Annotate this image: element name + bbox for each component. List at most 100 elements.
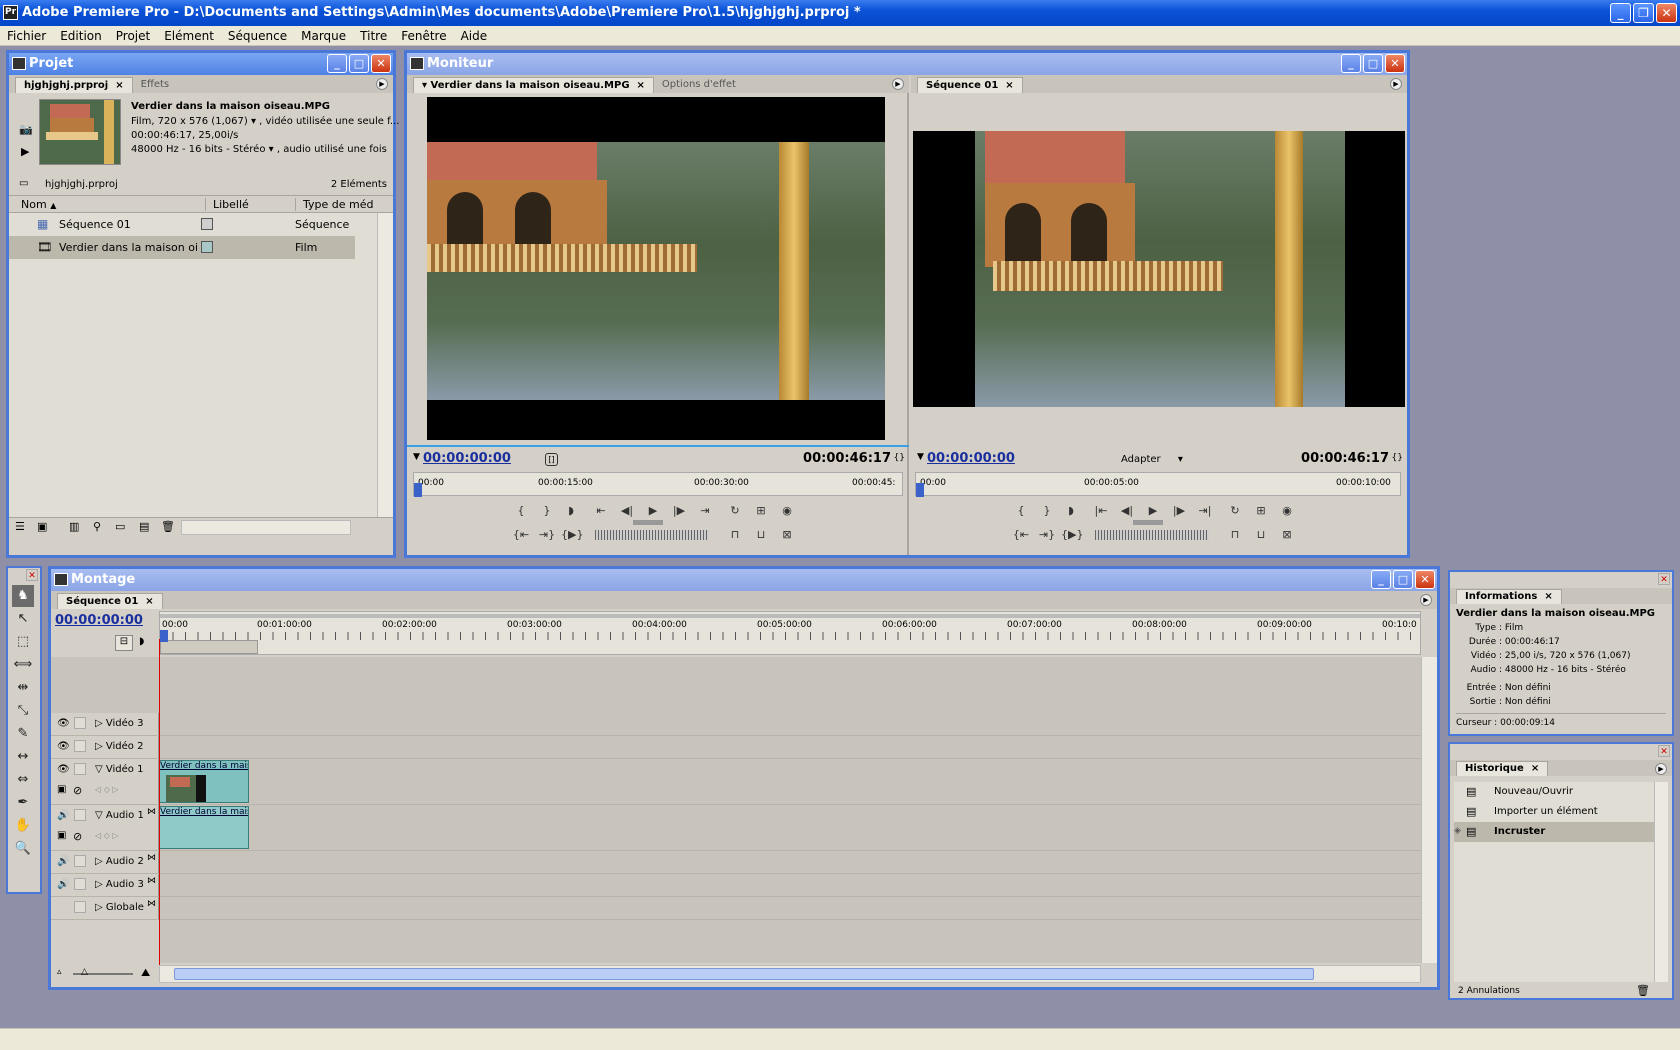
go-to-next-edit-button[interactable]: ⇥| xyxy=(1195,502,1215,520)
source-current-timecode[interactable]: 00:00:00:00 xyxy=(423,451,511,466)
loop-button[interactable]: ↻ xyxy=(1225,502,1245,520)
set-marker-button[interactable]: ◗ xyxy=(1061,502,1081,520)
speaker-icon[interactable]: 🔊 xyxy=(57,879,69,890)
expand-arrow-icon[interactable]: ▷ xyxy=(95,856,106,867)
close-button[interactable]: ✕ xyxy=(1656,3,1677,23)
menu-edition[interactable]: Edition xyxy=(53,29,109,43)
lock-toggle[interactable] xyxy=(74,901,86,913)
project-horizontal-scrollbar[interactable] xyxy=(181,520,351,535)
eye-icon[interactable]: 👁 xyxy=(57,718,70,729)
play-thumb-icon[interactable]: ▶ xyxy=(21,145,29,158)
empty-track-area[interactable] xyxy=(159,920,1421,963)
zoom-thumb-icon[interactable]: △ xyxy=(81,967,88,977)
hand-tool-icon[interactable]: ✋ xyxy=(12,815,34,837)
insert-button[interactable]: ⊓ xyxy=(725,526,745,544)
track-area[interactable] xyxy=(159,713,1421,735)
trash-icon[interactable]: 🗑 xyxy=(1636,984,1650,997)
display-style-icon[interactable]: ▣ xyxy=(57,830,66,841)
edit-mode-icon[interactable]: ♞ xyxy=(12,585,34,607)
track-area[interactable] xyxy=(159,736,1421,758)
source-video-frame[interactable] xyxy=(427,97,885,440)
step-back-button[interactable]: ◀| xyxy=(1117,502,1137,520)
jog-wheel[interactable] xyxy=(1095,530,1209,540)
go-next-marker-button[interactable]: ⇥} xyxy=(537,526,557,544)
info-close-icon[interactable]: ✕ xyxy=(1658,573,1670,585)
loop-button[interactable]: ↻ xyxy=(725,502,745,520)
keyframe-nav-icon[interactable]: ◁ ◇ ▷ xyxy=(95,831,119,840)
work-area-range[interactable] xyxy=(160,640,258,654)
column-type[interactable]: Type de méd xyxy=(295,198,373,211)
expand-arrow-icon[interactable]: ▷ xyxy=(95,879,106,890)
minimize-button[interactable]: _ xyxy=(1610,3,1631,23)
scrollbar-thumb[interactable] xyxy=(174,968,1314,980)
tab-source-clip[interactable]: ▾ Verdier dans la maison oiseau.MPG × xyxy=(413,77,654,93)
safe-margins-icon[interactable]: [] xyxy=(545,453,558,466)
zoom-fit-select[interactable]: Adapter ▾ xyxy=(1121,454,1183,465)
slip-tool-icon[interactable]: ↔ xyxy=(12,746,34,768)
output-button[interactable]: ◉ xyxy=(1277,502,1297,520)
play-button[interactable]: ▶ xyxy=(1143,502,1163,520)
tab-effets[interactable]: Effets xyxy=(133,77,178,93)
ripple-edit-tool-icon[interactable]: ⟺ xyxy=(12,654,34,676)
dropdown-arrow-icon[interactable]: ▾ xyxy=(251,116,256,127)
work-area-bar[interactable] xyxy=(160,614,1420,618)
play-in-out-button[interactable]: {▶} xyxy=(561,526,583,544)
safe-margins-button[interactable]: ⊞ xyxy=(1251,502,1271,520)
dropdown-arrow-icon[interactable]: ▾ xyxy=(269,144,274,155)
tab-sequence[interactable]: Séquence 01 × xyxy=(917,77,1023,93)
zoom-slider[interactable]: ▵ △ ⛰ xyxy=(51,965,159,983)
speaker-icon[interactable]: 🔊 xyxy=(57,856,69,867)
timeline-current-timecode[interactable]: 00:00:00:00 xyxy=(55,613,143,628)
camera-icon[interactable]: 📷 xyxy=(19,123,33,136)
safe-margins-button[interactable]: ⊞ xyxy=(751,502,771,520)
timeline-horizontal-scrollbar[interactable] xyxy=(159,965,1421,983)
menu-marque[interactable]: Marque xyxy=(294,29,353,43)
go-next-marker-button[interactable]: ⇥} xyxy=(1037,526,1057,544)
shuttle-slider[interactable] xyxy=(1133,520,1163,525)
expand-arrow-icon[interactable]: ▷ xyxy=(95,718,106,729)
keyframe-toggle-icon[interactable]: ⊘ xyxy=(73,830,82,843)
monitor-minimize-button[interactable]: _ xyxy=(1341,54,1361,73)
slide-tool-icon[interactable]: ⇔ xyxy=(12,769,34,791)
new-bin-icon[interactable]: ▭ xyxy=(115,520,125,533)
tab-project-file[interactable]: hjghjghj.prproj × xyxy=(15,77,133,93)
menu-element[interactable]: Elément xyxy=(157,29,221,43)
step-forward-button[interactable]: |▶ xyxy=(669,502,689,520)
lock-toggle[interactable] xyxy=(74,855,86,867)
history-close-icon[interactable]: ✕ xyxy=(1658,745,1670,757)
timeline-maximize-button[interactable]: □ xyxy=(1393,570,1413,589)
take-video-audio-button[interactable]: ⊠ xyxy=(777,526,797,544)
go-to-prev-edit-button[interactable]: |⇤ xyxy=(1091,502,1111,520)
lift-button[interactable]: ⊓ xyxy=(1225,526,1245,544)
timeline-minimize-button[interactable]: _ xyxy=(1371,570,1391,589)
output-button[interactable]: ◉ xyxy=(777,502,797,520)
history-vertical-scrollbar[interactable] xyxy=(1654,782,1668,982)
razor-tool-icon[interactable]: ✎ xyxy=(12,723,34,745)
project-close-button[interactable]: ✕ xyxy=(371,54,391,73)
track-area[interactable] xyxy=(159,874,1421,896)
track-area[interactable] xyxy=(159,851,1421,873)
step-back-button[interactable]: ◀| xyxy=(617,502,637,520)
zoom-out-icon[interactable]: ▵ xyxy=(57,967,62,977)
trash-icon[interactable]: 🗑 xyxy=(161,520,175,533)
tab-informations[interactable]: Informations × xyxy=(1456,589,1562,604)
automate-icon[interactable]: ▥ xyxy=(69,520,79,533)
new-item-icon[interactable]: ▤ xyxy=(139,520,149,533)
list-item[interactable]: ▤ Nouveau/Ouvrir xyxy=(1454,782,1656,802)
lock-toggle[interactable] xyxy=(74,878,86,890)
selection-tool-icon[interactable]: ↖ xyxy=(12,608,34,630)
list-item[interactable]: ◈ ▤ Incruster xyxy=(1454,822,1656,842)
program-video-frame[interactable] xyxy=(913,131,1405,407)
mark-in-button[interactable]: { xyxy=(511,502,531,520)
column-libelle[interactable]: Libellé xyxy=(205,198,249,211)
trim-button[interactable]: ⊠ xyxy=(1277,526,1297,544)
track-area[interactable] xyxy=(159,897,1421,919)
tab-close-icon[interactable]: × xyxy=(1005,80,1013,91)
eye-icon[interactable]: 👁 xyxy=(57,764,70,775)
tab-close-icon[interactable]: × xyxy=(115,80,123,91)
collapse-arrow-icon[interactable]: ▽ xyxy=(95,810,106,821)
panel-menu-icon[interactable]: ▶ xyxy=(1655,763,1667,775)
keyframe-nav-icon[interactable]: ◁ ◇ ▷ xyxy=(95,785,119,794)
play-button[interactable]: ▶ xyxy=(643,502,663,520)
column-nom[interactable]: Nom ▲ xyxy=(21,198,56,211)
